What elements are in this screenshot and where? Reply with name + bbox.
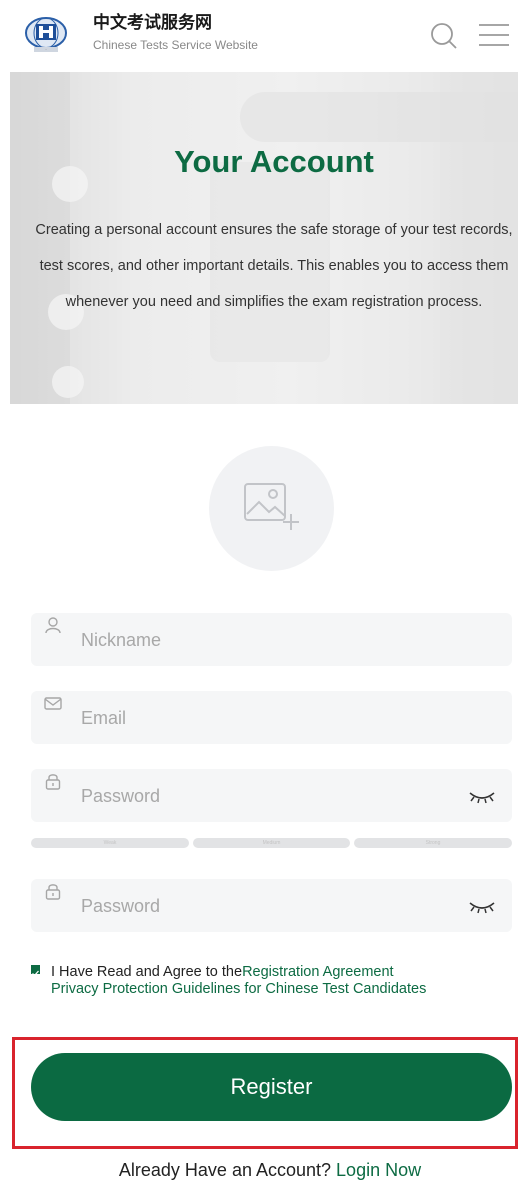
- email-input[interactable]: [81, 703, 461, 733]
- header: · 中文考试服务网 Chinese Tests Service Website: [0, 0, 518, 70]
- password-field: [31, 769, 512, 822]
- agreement-text: I Have Read and Agree to theRegistration…: [51, 964, 491, 998]
- register-button[interactable]: Register: [31, 1053, 512, 1121]
- strength-strong: Strong: [354, 838, 512, 848]
- nickname-field: [31, 613, 512, 666]
- avatar-upload-button[interactable]: [209, 446, 334, 571]
- agreement-prefix: I Have Read and Agree to the: [51, 964, 243, 980]
- privacy-guidelines-link[interactable]: Privacy Protection Guidelines for Chines…: [51, 981, 426, 997]
- check-icon: [32, 970, 39, 977]
- search-icon[interactable]: [428, 20, 460, 52]
- lock-icon: [45, 884, 61, 900]
- hero-banner: Your Account Creating a personal account…: [10, 72, 518, 404]
- hero-description: Creating a personal account ensures the …: [35, 222, 513, 310]
- login-prompt-row: Already Have an Account? Login Now: [0, 1160, 518, 1181]
- site-title-en: Chinese Tests Service Website: [93, 38, 258, 52]
- login-prompt: Already Have an Account?: [118, 1160, 332, 1180]
- user-icon: [45, 617, 61, 634]
- lock-icon: [45, 774, 61, 790]
- hanban-globe-logo[interactable]: ·: [22, 14, 80, 54]
- hamburger-menu-icon[interactable]: [478, 22, 510, 48]
- strength-weak: Weak: [31, 838, 189, 848]
- registration-agreement-link[interactable]: Registration Agreement: [242, 964, 394, 980]
- login-now-link[interactable]: Login Now: [336, 1160, 421, 1180]
- confirm-password-input[interactable]: [81, 891, 461, 921]
- page-title: Your Account: [174, 144, 374, 179]
- email-field: [31, 691, 512, 744]
- password-input[interactable]: [81, 781, 461, 811]
- nickname-input[interactable]: [81, 625, 461, 655]
- mail-icon: [44, 697, 62, 710]
- image-add-icon: [244, 483, 299, 530]
- site-title-cn: 中文考试服务网: [93, 13, 212, 32]
- svg-text:·: ·: [45, 47, 46, 52]
- confirm-password-field: [31, 879, 512, 932]
- agreement-checkbox[interactable]: [31, 965, 40, 977]
- eye-closed-icon[interactable]: [467, 897, 497, 917]
- strength-medium: Medium: [193, 838, 350, 848]
- eye-closed-icon[interactable]: [467, 787, 497, 807]
